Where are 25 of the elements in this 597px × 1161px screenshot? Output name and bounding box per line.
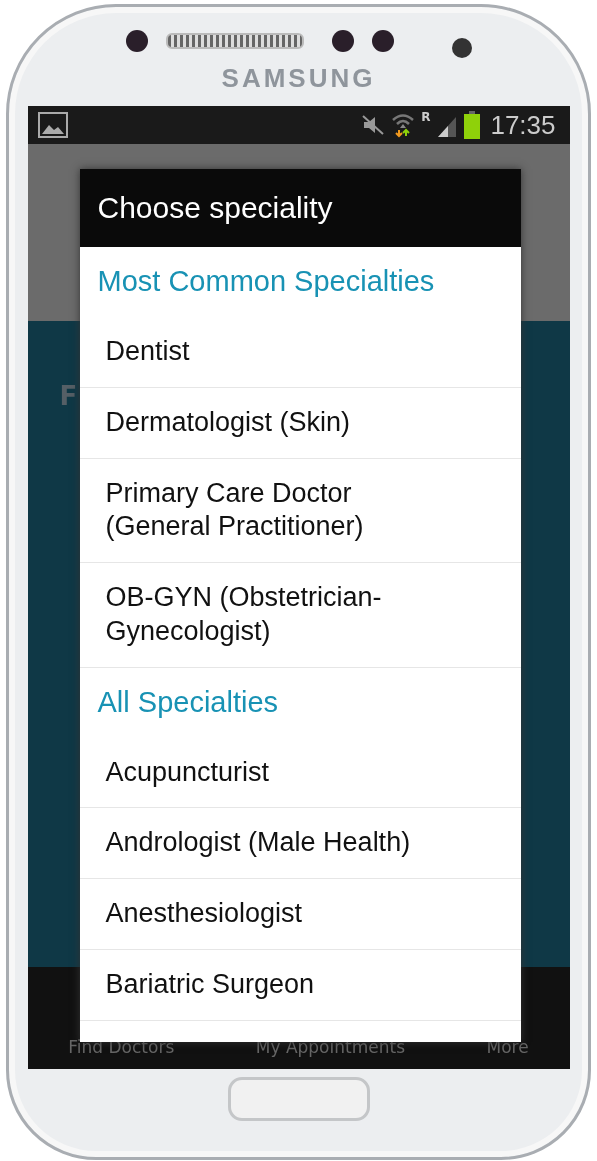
speaker-grille-icon (165, 33, 304, 49)
speciality-option[interactable]: Bariatric Surgeon (79, 949, 521, 1021)
speciality-option[interactable]: OB-GYN (Obstetrician-Gynecologist) (79, 563, 521, 668)
clock-time: 17:35 (490, 109, 556, 141)
sensor-icon (371, 30, 394, 52)
speciality-option[interactable]: Acupuncturist (79, 737, 521, 809)
sensor-icon (331, 30, 354, 52)
home-button[interactable] (227, 1077, 370, 1121)
camera-icon (451, 38, 472, 58)
speciality-option[interactable]: Dentist (79, 317, 521, 388)
dialog-title: Choose speciality (79, 169, 521, 247)
roaming-indicator: R (421, 110, 431, 124)
speciality-option[interactable]: Andrologist (Male Health) (79, 808, 521, 879)
image-icon (37, 112, 68, 138)
brand-logo: SAMSUNG (221, 63, 376, 94)
section-header: Most Common Specialties (96, 264, 436, 299)
background-heading: F (59, 381, 78, 411)
speciality-option[interactable]: Dermatologist (Skin) (79, 387, 521, 459)
mute-icon (361, 113, 386, 137)
section-header: All Specialties (96, 684, 280, 720)
sensor-icon (125, 30, 148, 52)
battery-icon (464, 111, 481, 139)
speciality-option[interactable]: Primary Care Doctor (General Practitioner) (79, 458, 521, 563)
speciality-option[interactable]: Anesthesiologist (79, 879, 521, 950)
wifi-icon (391, 112, 416, 138)
